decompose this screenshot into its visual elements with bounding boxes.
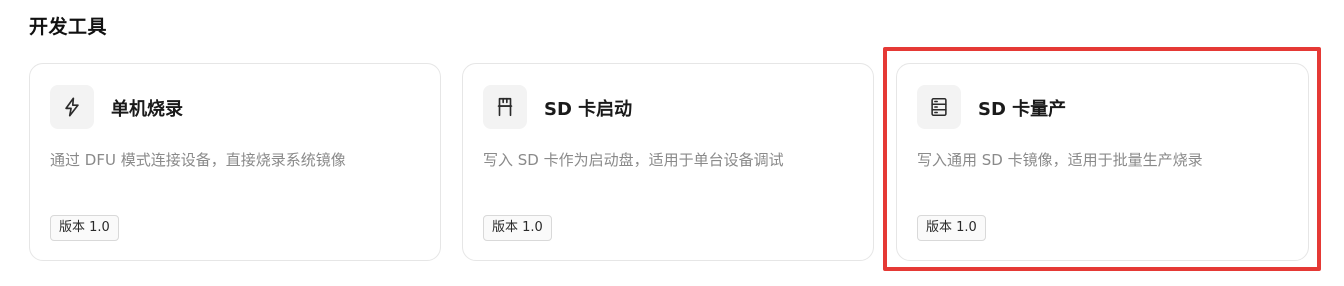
sd-card-icon <box>483 85 527 129</box>
version-badge: 版本 1.0 <box>483 215 552 241</box>
dev-tools-section: 开发工具 单机烧录 通过 DFU 模式连接设备，直接烧录系统镜像 版本 1.0 … <box>0 0 1344 286</box>
card-title: 单机烧录 <box>111 99 183 120</box>
card-description: 通过 DFU 模式连接设备，直接烧录系统镜像 <box>50 151 346 169</box>
card-standalone-flash[interactable]: 单机烧录 通过 DFU 模式连接设备，直接烧录系统镜像 版本 1.0 <box>29 63 441 261</box>
card-sd-boot[interactable]: SD 卡启动 写入 SD 卡作为启动盘，适用于单台设备调试 版本 1.0 <box>462 63 874 261</box>
server-rack-icon <box>917 85 961 129</box>
card-title: SD 卡量产 <box>978 99 1067 120</box>
version-badge: 版本 1.0 <box>917 215 986 241</box>
card-description: 写入通用 SD 卡镜像，适用于批量生产烧录 <box>917 151 1203 169</box>
lightning-icon <box>50 85 94 129</box>
version-badge: 版本 1.0 <box>50 215 119 241</box>
section-title: 开发工具 <box>29 16 108 38</box>
card-description: 写入 SD 卡作为启动盘，适用于单台设备调试 <box>483 151 784 169</box>
card-title: SD 卡启动 <box>544 99 633 120</box>
card-sd-mass-production[interactable]: SD 卡量产 写入通用 SD 卡镜像，适用于批量生产烧录 版本 1.0 <box>896 63 1309 261</box>
